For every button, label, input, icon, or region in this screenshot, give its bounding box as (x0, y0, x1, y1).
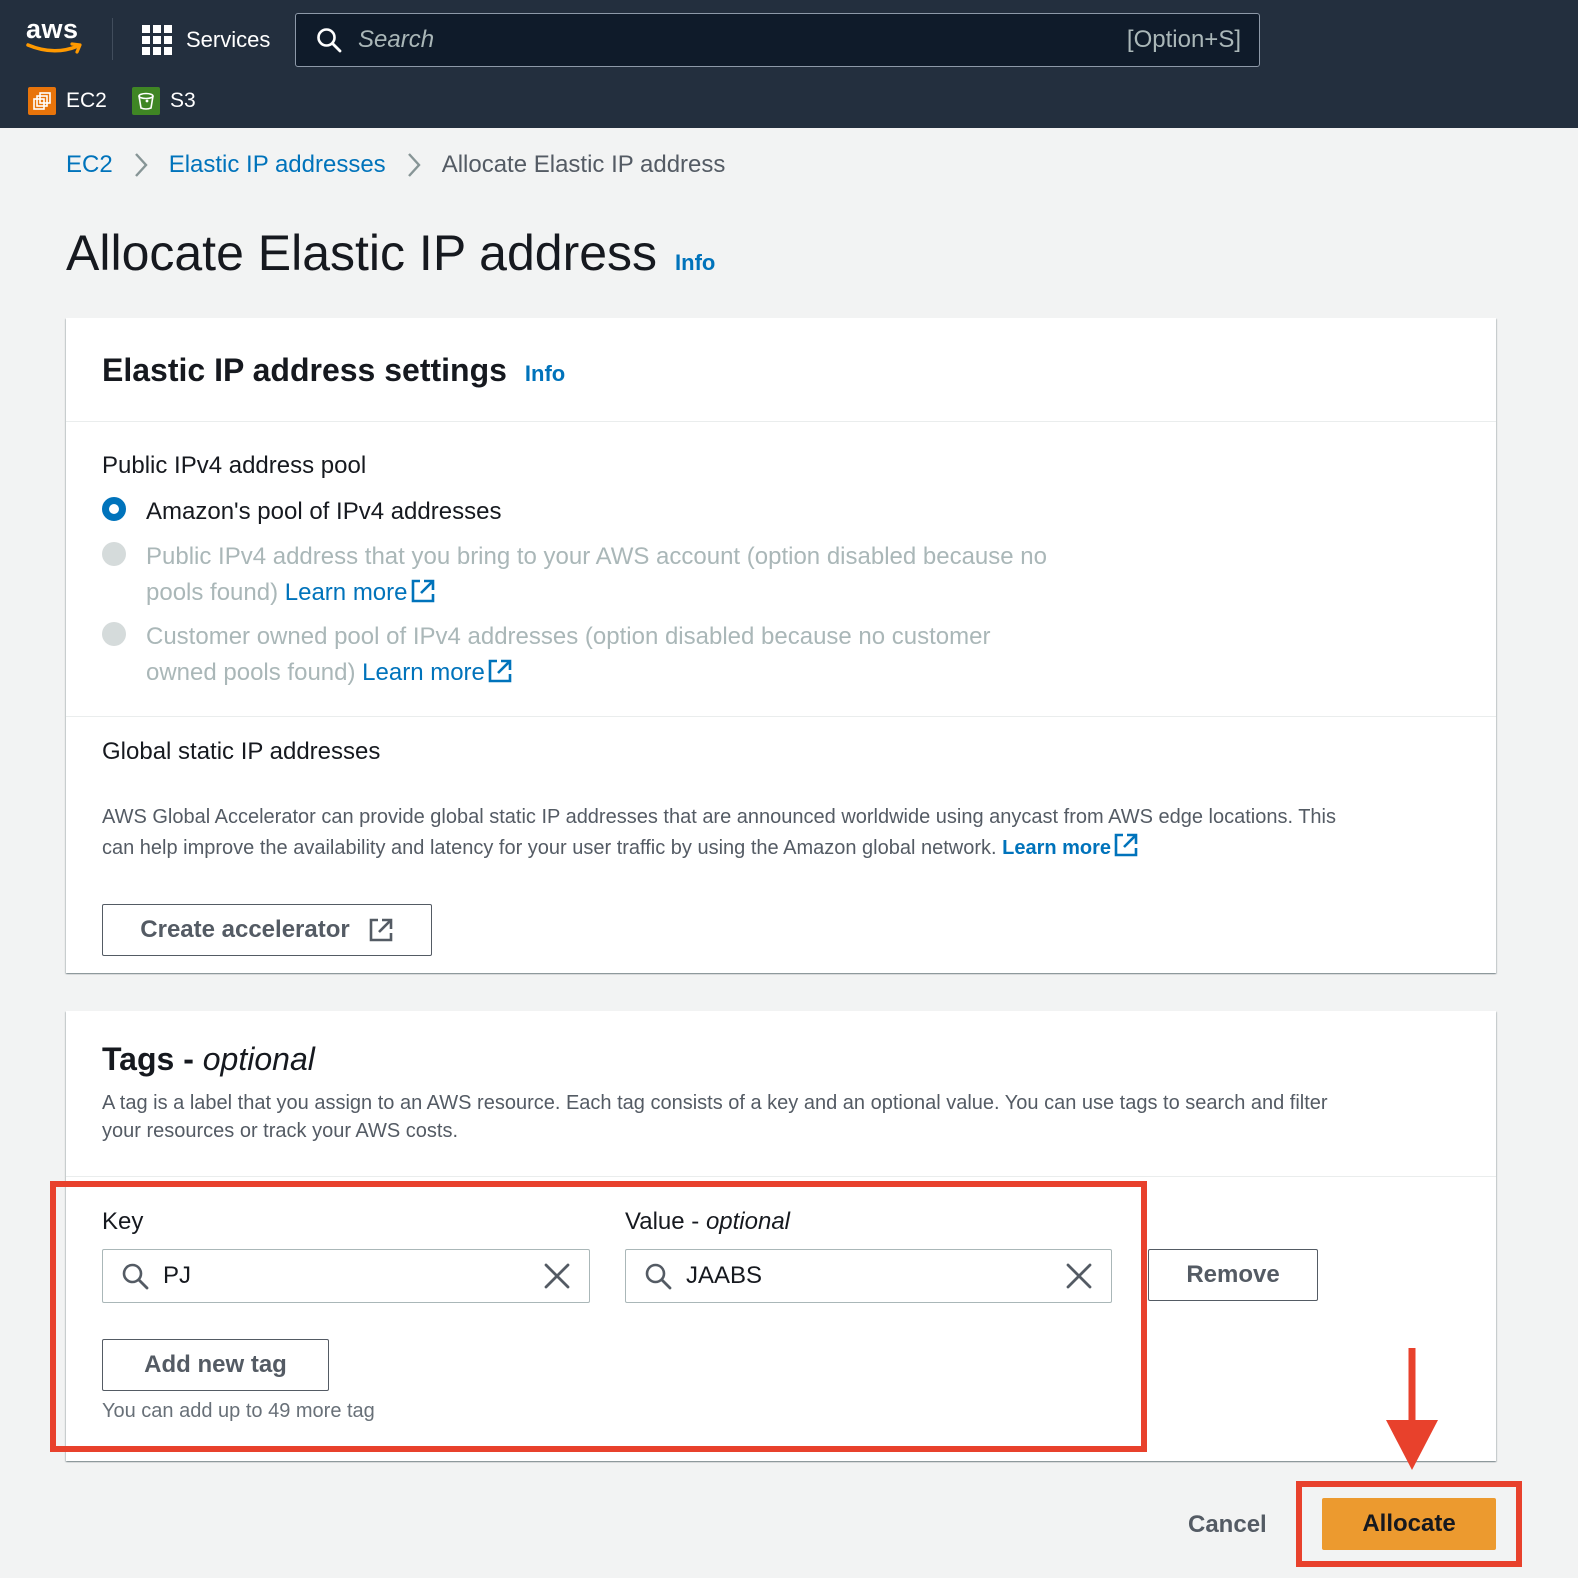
chevron-right-icon (121, 148, 161, 182)
tags-description: A tag is a label that you assign to an A… (102, 1089, 1462, 1145)
aws-logo[interactable]: aws (26, 14, 84, 60)
favorite-s3-label: S3 (170, 89, 196, 112)
radio-option-byoip: Public IPv4 address that you bring to yo… (102, 539, 1047, 611)
breadcrumb-current: Allocate Elastic IP address (441, 151, 726, 178)
radio-option-customer-owned-label: Customer owned pool of IPv4 addresses (o… (146, 619, 991, 691)
global-desc-line1: AWS Global Accelerator can provide globa… (102, 806, 1336, 828)
chevron-right-icon (394, 148, 434, 182)
services-menu-button[interactable]: Services (142, 24, 270, 56)
global-learn-more-text: Learn more (1002, 837, 1112, 859)
services-label: Services (186, 27, 271, 52)
section-divider (66, 716, 1496, 717)
global-static-ip-label: Global static IP addresses (102, 738, 381, 765)
customer-owned-text-line2: owned pools found) (146, 659, 356, 686)
search-icon (317, 28, 342, 53)
settings-panel-title: Elastic IP address settings Info (102, 352, 565, 389)
top-nav-main-row: aws Services Search [Option+S] (0, 0, 1578, 80)
ec2-icon (28, 87, 56, 115)
nav-divider (112, 18, 113, 60)
radio-option-amazon-pool-label: Amazon's pool of IPv4 addresses (146, 498, 502, 525)
radio-disabled (102, 542, 126, 566)
cancel-button[interactable]: Cancel (1188, 1505, 1267, 1545)
tags-panel-title: Tags - optional (102, 1041, 315, 1078)
s3-bucket-icon (132, 87, 160, 115)
breadcrumb: EC2 Elastic IP addresses Allocate Elasti… (66, 148, 725, 182)
annotation-highlight-tags (50, 1181, 1147, 1452)
search-shortcut-hint: [Option+S] (1126, 26, 1241, 53)
global-search-input[interactable]: Search [Option+S] (295, 13, 1260, 67)
tags-desc-line1: A tag is a label that you assign to an A… (102, 1092, 1328, 1114)
external-link-icon (1114, 833, 1138, 857)
settings-info-link[interactable]: Info (525, 361, 565, 387)
tags-title-text: Tags - (102, 1041, 194, 1077)
external-link-icon (411, 579, 434, 603)
byoip-text-line2: pools found) (146, 579, 279, 606)
elastic-ip-settings-panel: Elastic IP address settings Info Public … (66, 318, 1496, 973)
top-navigation: aws Services Search [Option+S] EC2 S3 (0, 0, 1578, 128)
remove-tag-button[interactable]: Remove (1148, 1249, 1318, 1301)
global-accelerator-description: AWS Global Accelerator can provide globa… (102, 803, 1472, 863)
global-learn-more-link[interactable]: Learn more (1002, 833, 1139, 859)
annotation-highlight-allocate (1296, 1481, 1522, 1567)
create-accelerator-button[interactable]: Create accelerator (102, 904, 432, 956)
aws-logo-text: aws (26, 14, 79, 44)
radio-option-customer-owned-pool: Customer owned pool of IPv4 addresses (o… (102, 619, 991, 691)
page-title: Allocate Elastic IP address Info (66, 224, 715, 282)
annotation-arrow-down-icon (1386, 1348, 1438, 1470)
remove-tag-label: Remove (1186, 1261, 1280, 1288)
ipv4-pool-label: Public IPv4 address pool (102, 452, 367, 479)
settings-title-text: Elastic IP address settings (102, 352, 507, 388)
page-title-text: Allocate Elastic IP address (66, 225, 658, 281)
favorite-ec2-label: EC2 (66, 89, 107, 112)
settings-panel-header: Elastic IP address settings Info (66, 318, 1496, 422)
radio-selected[interactable] (102, 497, 126, 521)
byoip-learn-more-text: Learn more (284, 579, 408, 606)
breadcrumb-ec2[interactable]: EC2 (66, 151, 113, 179)
section-divider (66, 1176, 1496, 1177)
tags-title-optional: optional (202, 1041, 315, 1077)
customer-owned-learn-more-link[interactable]: Learn more (362, 659, 513, 686)
aws-smile-icon (26, 42, 82, 54)
services-grid-icon (142, 25, 172, 55)
favorite-ec2[interactable]: EC2 (28, 86, 107, 116)
page-info-link[interactable]: Info (675, 250, 715, 276)
customer-owned-text-line1: Customer owned pool of IPv4 addresses (o… (146, 623, 991, 650)
breadcrumb-elastic-ip-addresses[interactable]: Elastic IP addresses (169, 151, 386, 179)
favorite-s3[interactable]: S3 (132, 86, 196, 116)
radio-option-byoip-label: Public IPv4 address that you bring to yo… (146, 539, 1047, 611)
search-placeholder: Search (358, 26, 435, 53)
customer-owned-learn-more-text: Learn more (362, 659, 485, 686)
byoip-learn-more-link[interactable]: Learn more (285, 579, 436, 606)
byoip-text-line1: Public IPv4 address that you bring to yo… (146, 543, 1047, 570)
external-link-icon (369, 918, 393, 942)
favorites-bar: EC2 S3 (0, 84, 1578, 120)
external-link-icon (488, 659, 512, 683)
radio-disabled (102, 622, 126, 646)
tags-desc-line2: your resources or track your AWS costs. (102, 1120, 459, 1142)
radio-option-amazon-pool[interactable]: Amazon's pool of IPv4 addresses (102, 494, 501, 530)
create-accelerator-label: Create accelerator (140, 916, 350, 943)
global-desc-line2: can help improve the availability and la… (102, 837, 997, 859)
